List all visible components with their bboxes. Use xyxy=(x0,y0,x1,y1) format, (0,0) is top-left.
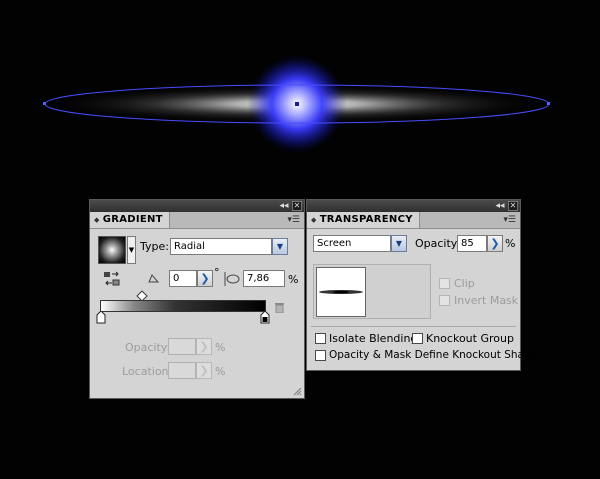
angle-stepper-button[interactable]: ❯ xyxy=(197,270,213,287)
invert-mask-checkbox[interactable] xyxy=(439,295,450,306)
gradient-stop-black[interactable] xyxy=(260,311,270,324)
gradient-stop-white[interactable] xyxy=(96,311,106,324)
opacity-mask-knockout-checkbox[interactable] xyxy=(315,350,326,361)
tab-toggle-icon[interactable]: ◆ xyxy=(94,216,100,224)
blend-mode-value: Screen xyxy=(317,238,352,249)
opacity-field[interactable]: 85 xyxy=(457,235,487,252)
double-left-arrow-icon[interactable]: ◂◂ xyxy=(279,201,289,211)
stop-location-field[interactable] xyxy=(168,362,196,379)
type-label: Type: xyxy=(140,240,169,253)
thumbnail-ellipse xyxy=(319,290,363,294)
gradient-panel-titlebar[interactable]: ◂◂ ✕ xyxy=(90,200,304,212)
trash-icon[interactable] xyxy=(274,301,285,313)
opacity-unit: % xyxy=(505,237,516,250)
close-icon[interactable]: ✕ xyxy=(292,201,302,211)
close-icon[interactable]: ✕ xyxy=(508,201,518,211)
panel-menu-icon[interactable]: ▾☰ xyxy=(287,214,300,226)
stop-opacity-unit: % xyxy=(215,341,226,354)
tab-toggle-icon[interactable]: ◆ xyxy=(311,216,317,224)
isolate-blending-checkbox[interactable] xyxy=(315,333,326,344)
angle-value: 0 xyxy=(173,273,180,284)
transparency-panel-titlebar[interactable]: ◂◂ ✕ xyxy=(307,200,520,212)
center-point xyxy=(295,102,299,106)
angle-field[interactable]: 0 xyxy=(169,270,197,287)
aspect-ratio-icon xyxy=(224,272,240,286)
swatch-dropdown-button[interactable]: ▼ xyxy=(127,236,136,264)
tab-transparency[interactable]: ◆ TRANSPARENCY xyxy=(307,212,420,228)
object-thumbnail[interactable] xyxy=(316,267,366,317)
opacity-label: Opacity: xyxy=(415,237,461,250)
opacity-value: 85 xyxy=(461,238,474,249)
type-dropdown-button[interactable]: ▼ xyxy=(272,238,288,255)
stop-opacity-stepper[interactable]: ❯ xyxy=(196,338,212,355)
gradient-swatch[interactable] xyxy=(98,236,126,264)
stop-opacity-field[interactable] xyxy=(168,338,196,355)
gradient-ramp[interactable] xyxy=(100,300,266,312)
divider xyxy=(311,326,516,327)
angle-icon xyxy=(148,274,160,283)
clip-checkbox[interactable] xyxy=(439,278,450,289)
type-select-value: Radial xyxy=(174,241,205,252)
stop-location-stepper[interactable]: ❯ xyxy=(196,362,212,379)
clip-label: Clip xyxy=(454,277,475,290)
stop-location-unit: % xyxy=(215,365,226,378)
anchor-right xyxy=(547,102,550,105)
resize-grip-icon[interactable] xyxy=(293,387,302,396)
anchor-left xyxy=(43,102,46,105)
panel-menu-icon[interactable]: ▾☰ xyxy=(503,214,516,226)
transparency-tab-row: ◆ TRANSPARENCY ▾☰ xyxy=(307,212,520,229)
angle-unit: ° xyxy=(214,266,220,279)
type-select[interactable]: Radial xyxy=(170,238,272,255)
isolate-blending-label: Isolate Blending xyxy=(329,332,418,345)
double-left-arrow-icon[interactable]: ◂◂ xyxy=(495,201,505,211)
opacity-stepper-button[interactable]: ❯ xyxy=(487,235,503,252)
stop-opacity-label: Opacity: xyxy=(125,341,171,354)
transparency-panel: ◂◂ ✕ ◆ TRANSPARENCY ▾☰ Screen ▼ Opacity: … xyxy=(306,199,537,371)
gradient-tab-row: ◆ GRADIENT ▾☰ xyxy=(90,212,304,229)
aspect-field[interactable]: 7,86 xyxy=(243,270,285,287)
invert-mask-label: Invert Mask xyxy=(454,294,519,307)
knockout-group-label: Knockout Group xyxy=(426,332,514,345)
blend-mode-dropdown-button[interactable]: ▼ xyxy=(391,235,407,252)
stop-location-label: Location: xyxy=(122,365,173,378)
gradient-panel: ◂◂ ✕ ◆ GRADIENT ▾☰ ▼ Type: Radial ▼ 0 ❯ °… xyxy=(89,199,305,399)
opacity-mask-knockout-label: Opacity & Mask Define Knockout Shape xyxy=(329,349,538,361)
aspect-value: 7,86 xyxy=(247,273,270,284)
tab-gradient[interactable]: ◆ GRADIENT xyxy=(90,212,170,228)
canvas-artwork xyxy=(43,54,550,154)
knockout-group-checkbox[interactable] xyxy=(412,333,423,344)
blend-mode-select[interactable]: Screen xyxy=(313,235,391,252)
reverse-gradient-icon[interactable] xyxy=(103,271,121,287)
aspect-unit: % xyxy=(288,273,299,286)
